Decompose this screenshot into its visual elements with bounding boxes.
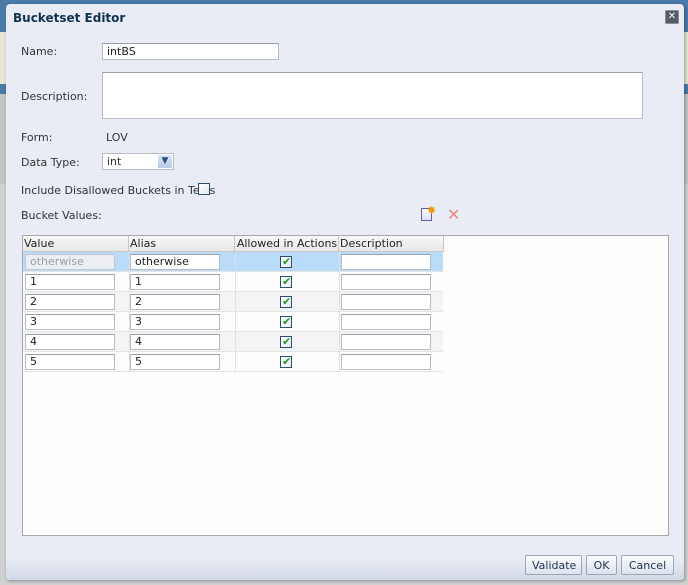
allowed-in-actions-checkbox[interactable]: ✔ <box>280 315 292 328</box>
value-input[interactable]: 5 <box>25 354 115 370</box>
bucket-values-table: Value Alias Allowed in Actions Descripti… <box>22 235 669 536</box>
column-divider <box>235 332 236 352</box>
description-input[interactable] <box>341 254 431 270</box>
alias-input[interactable]: 2 <box>130 294 220 310</box>
checkmark-icon: ✔ <box>282 335 292 348</box>
table-row[interactable]: 1 1 ✔ <box>23 272 443 292</box>
alias-input[interactable]: 4 <box>130 334 220 350</box>
description-input[interactable] <box>341 334 431 350</box>
name-input[interactable] <box>102 43 279 60</box>
data-type-value: int <box>107 155 122 168</box>
star-icon: ✸ <box>427 204 437 217</box>
allowed-in-actions-checkbox[interactable]: ✔ <box>280 295 292 308</box>
new-bucket-icon[interactable]: ✸ <box>421 204 437 222</box>
column-divider <box>339 272 340 292</box>
ok-button[interactable]: OK <box>586 555 617 575</box>
data-type-label: Data Type: <box>21 156 80 169</box>
include-disallowed-checkbox[interactable] <box>198 183 210 195</box>
checkmark-icon: ✔ <box>282 295 292 308</box>
include-disallowed-label: Include Disallowed Buckets in Tests <box>21 184 216 197</box>
chevron-down-icon[interactable]: ▼ <box>158 155 172 168</box>
checkmark-icon: ✔ <box>282 315 292 328</box>
delete-bucket-icon[interactable]: ✕ <box>447 207 461 223</box>
column-header-alias[interactable]: Alias <box>129 236 235 252</box>
checkmark-icon: ✔ <box>282 355 292 368</box>
column-divider <box>235 252 236 272</box>
close-icon[interactable]: ✕ <box>665 10 679 24</box>
dialog-footer <box>6 558 684 580</box>
column-divider <box>339 352 340 372</box>
table-row[interactable]: 3 3 ✔ <box>23 312 443 332</box>
column-divider <box>235 312 236 332</box>
allowed-in-actions-checkbox[interactable]: ✔ <box>280 275 292 288</box>
cancel-button[interactable]: Cancel <box>621 555 674 575</box>
description-input[interactable] <box>341 354 431 370</box>
value-input[interactable]: 2 <box>25 294 115 310</box>
column-divider <box>339 292 340 312</box>
bucket-values-label: Bucket Values: <box>21 209 102 222</box>
value-input[interactable]: 1 <box>25 274 115 290</box>
table-row[interactable]: 5 5 ✔ <box>23 352 443 372</box>
value-input: otherwise <box>25 254 115 270</box>
column-divider <box>235 352 236 372</box>
allowed-in-actions-checkbox[interactable]: ✔ <box>280 255 292 268</box>
form-label: Form: <box>21 131 53 144</box>
column-divider <box>339 332 340 352</box>
table-row[interactable]: 2 2 ✔ <box>23 292 443 312</box>
description-input[interactable] <box>341 274 431 290</box>
allowed-in-actions-checkbox[interactable]: ✔ <box>280 335 292 348</box>
checkmark-icon: ✔ <box>282 275 292 288</box>
alias-input[interactable]: otherwise <box>130 254 220 270</box>
column-divider <box>339 312 340 332</box>
data-type-select[interactable]: int ▼ <box>102 153 174 170</box>
alias-input[interactable]: 5 <box>130 354 220 370</box>
column-divider <box>235 272 236 292</box>
description-textarea[interactable] <box>102 72 643 119</box>
dialog-title: Bucketset Editor <box>13 11 126 25</box>
table-row[interactable]: 4 4 ✔ <box>23 332 443 352</box>
value-input[interactable]: 3 <box>25 314 115 330</box>
form-value: LOV <box>106 131 128 144</box>
allowed-in-actions-checkbox[interactable]: ✔ <box>280 355 292 368</box>
value-input[interactable]: 4 <box>25 334 115 350</box>
table-row[interactable]: otherwise otherwise ✔ <box>23 252 443 272</box>
description-input[interactable] <box>341 294 431 310</box>
column-divider <box>235 292 236 312</box>
description-input[interactable] <box>341 314 431 330</box>
column-header-value[interactable]: Value <box>23 236 129 252</box>
name-label: Name: <box>21 45 58 58</box>
column-header-description[interactable]: Description <box>339 236 444 252</box>
column-divider <box>339 252 340 272</box>
checkmark-icon: ✔ <box>282 255 292 268</box>
validate-button[interactable]: Validate <box>525 555 582 575</box>
column-header-allowed-in-actions[interactable]: Allowed in Actions <box>235 236 339 252</box>
alias-input[interactable]: 3 <box>130 314 220 330</box>
alias-input[interactable]: 1 <box>130 274 220 290</box>
description-label: Description: <box>21 90 88 103</box>
